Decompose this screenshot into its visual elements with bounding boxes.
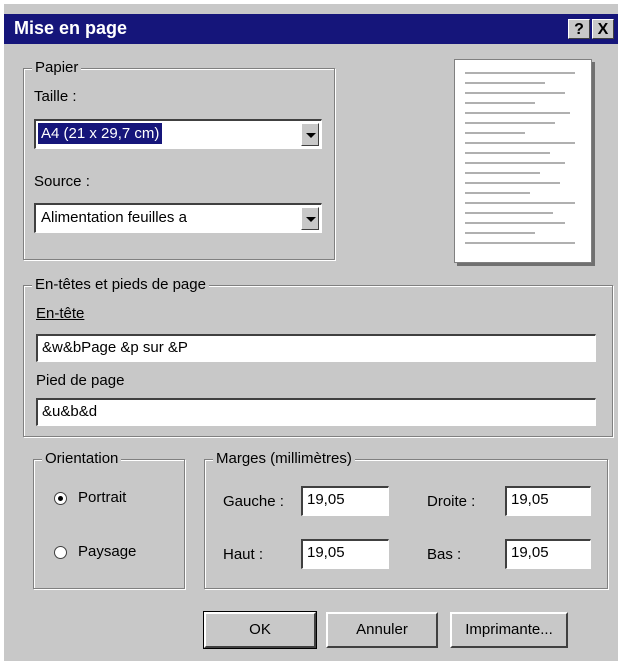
header-field[interactable]: &w&bPage &p sur &P [36, 334, 596, 362]
title-bar: Mise en page ? X [4, 14, 618, 44]
printer-button[interactable]: Imprimante... [450, 612, 568, 648]
portrait-radio[interactable] [54, 492, 67, 505]
bottom-margin-label: Bas : [427, 546, 462, 563]
footer-field[interactable]: &u&b&d [36, 398, 596, 426]
size-select-value: A4 (21 x 29,7 cm) [38, 123, 163, 144]
size-label: Taille : [34, 88, 77, 105]
header-footer-group: En-têtes et pieds de page En-tête &w&bPa… [23, 276, 613, 437]
size-select[interactable]: A4 (21 x 29,7 cm) [34, 119, 322, 149]
cancel-button[interactable]: Annuler [326, 612, 438, 648]
portrait-label[interactable]: Portrait [78, 489, 126, 506]
page-setup-dialog: Mise en page ? X Papier Taille : A4 (21 … [4, 4, 618, 661]
right-margin-label: Droite : [427, 493, 476, 510]
ok-button[interactable]: OK [203, 611, 317, 649]
orientation-group: Orientation Portrait Paysage [33, 450, 185, 589]
dialog-title: Mise en page [14, 18, 128, 38]
landscape-radio[interactable] [54, 546, 67, 559]
paper-legend: Papier [32, 59, 82, 76]
header-label: En-tête [36, 305, 85, 322]
top-margin-label: Haut : [223, 546, 264, 563]
help-button[interactable]: ? [568, 19, 590, 39]
left-margin-label: Gauche : [223, 493, 284, 510]
close-button[interactable]: X [592, 19, 614, 39]
left-margin-field[interactable]: 19,05 [301, 486, 389, 516]
source-select-value: Alimentation feuilles a [41, 209, 187, 226]
paper-group: Papier Taille : A4 (21 x 29,7 cm) Source… [23, 59, 335, 260]
bottom-margin-field[interactable]: 19,05 [505, 539, 591, 569]
chevron-down-icon[interactable] [301, 123, 319, 146]
source-label: Source : [34, 173, 90, 190]
landscape-label[interactable]: Paysage [78, 543, 136, 560]
footer-label: Pied de page [36, 372, 125, 389]
page-preview [454, 59, 592, 263]
header-footer-legend: En-têtes et pieds de page [32, 276, 209, 293]
top-margin-field[interactable]: 19,05 [301, 539, 389, 569]
right-margin-field[interactable]: 19,05 [505, 486, 591, 516]
margins-legend: Marges (millimètres) [213, 450, 355, 467]
source-select[interactable]: Alimentation feuilles a [34, 203, 322, 233]
margins-group: Marges (millimètres) Gauche : 19,05 Droi… [204, 450, 608, 589]
orientation-legend: Orientation [42, 450, 122, 467]
chevron-down-icon[interactable] [301, 207, 319, 230]
